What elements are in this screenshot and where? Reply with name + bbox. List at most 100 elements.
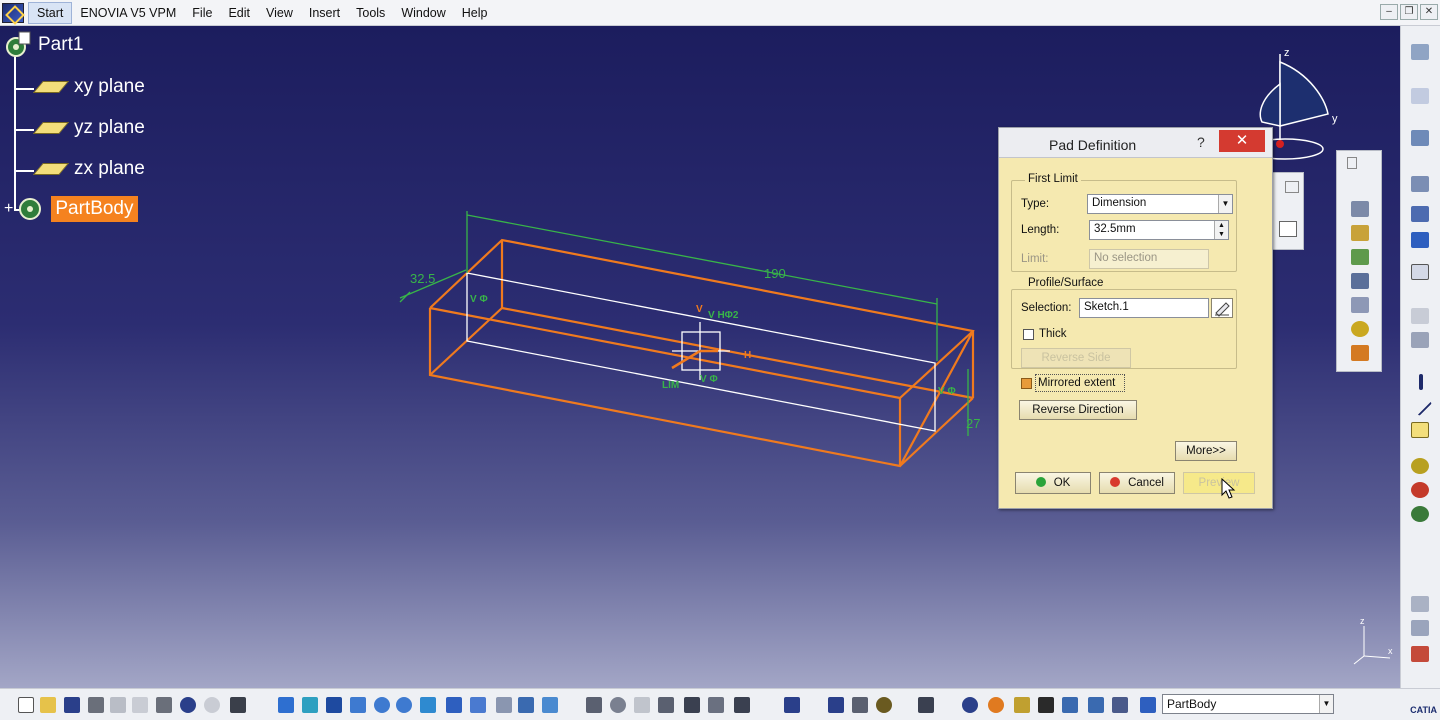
dress-up-icon[interactable]	[1411, 308, 1429, 324]
grid-icon[interactable]	[1411, 232, 1429, 248]
geometric-set-icon[interactable]	[1088, 697, 1104, 713]
table-icon[interactable]	[658, 697, 674, 713]
menu-window[interactable]: Window	[393, 3, 453, 23]
design-table-icon[interactable]	[634, 697, 650, 713]
point-icon[interactable]	[1419, 374, 1423, 390]
copy-icon[interactable]	[132, 697, 148, 713]
undo-icon[interactable]	[180, 697, 196, 713]
transform-icon[interactable]	[1411, 332, 1429, 348]
menu-edit[interactable]: Edit	[220, 3, 258, 23]
axis-system-icon[interactable]	[828, 697, 844, 713]
body-icon[interactable]	[1062, 697, 1078, 713]
close-dialog-icon[interactable]: ✕	[1219, 130, 1265, 152]
catalog-icon[interactable]	[684, 697, 700, 713]
menu-insert[interactable]: Insert	[301, 3, 348, 23]
more-button[interactable]: More>>	[1175, 441, 1237, 461]
new-icon[interactable]	[18, 697, 34, 713]
paste-icon[interactable]	[156, 697, 172, 713]
reverse-side-button[interactable]: Reverse Side	[1021, 348, 1131, 368]
snap-icon[interactable]	[1411, 264, 1429, 280]
axis-icon[interactable]	[1038, 697, 1054, 713]
law-icon[interactable]	[708, 697, 724, 713]
preview-button[interactable]: Preview	[1183, 472, 1255, 494]
instantiate-icon[interactable]	[734, 697, 750, 713]
thick-checkbox[interactable]	[1023, 329, 1034, 340]
line-icon[interactable]	[1407, 391, 1433, 417]
pad-icon[interactable]	[1351, 201, 1369, 217]
boolean-remove-icon[interactable]	[1411, 482, 1429, 498]
ordered-set-icon[interactable]	[1112, 697, 1128, 713]
type-combo[interactable]: Dimension ▼	[1087, 194, 1233, 214]
constraint-icon[interactable]	[1411, 206, 1429, 222]
scan-or-define-icon[interactable]	[988, 697, 1004, 713]
apply-material-icon[interactable]	[1411, 620, 1429, 636]
update-icon[interactable]	[784, 697, 800, 713]
boolean-intersect-icon[interactable]	[1411, 506, 1429, 522]
sketcher-icon[interactable]	[1211, 298, 1233, 318]
mirrored-extent-checkbox[interactable]	[1021, 378, 1032, 389]
menu-start[interactable]: Start	[28, 1, 73, 24]
fit-all-icon[interactable]	[302, 697, 318, 713]
zoom-out-icon[interactable]	[396, 697, 412, 713]
define-in-work-object-icon[interactable]	[1014, 697, 1030, 713]
normal-view-icon[interactable]	[420, 697, 436, 713]
fly-mode-icon[interactable]	[278, 697, 294, 713]
plane-tool-icon[interactable]	[1411, 422, 1429, 438]
length-input[interactable]: 32.5mm ▲ ▼	[1089, 220, 1229, 240]
mass-icon[interactable]	[876, 697, 892, 713]
current-body-select[interactable]: PartBody ▼	[1162, 694, 1334, 714]
redo-icon[interactable]	[204, 697, 220, 713]
multi-sections-solid-icon[interactable]	[1351, 345, 1369, 361]
print-icon[interactable]	[88, 697, 104, 713]
pan-icon[interactable]	[326, 697, 342, 713]
spinner-icon[interactable]: ▲ ▼	[1214, 221, 1228, 239]
shaft-icon[interactable]	[1351, 249, 1369, 265]
close-window-icon[interactable]: ✕	[1420, 4, 1438, 20]
cancel-button[interactable]: Cancel	[1099, 472, 1175, 494]
minimize-icon[interactable]: –	[1380, 4, 1398, 20]
restore-icon[interactable]: ❐	[1400, 4, 1418, 20]
selection-input[interactable]: Sketch.1	[1079, 298, 1209, 318]
boolean-add-icon[interactable]	[1411, 458, 1429, 474]
select-arrow-icon[interactable]	[1411, 88, 1429, 104]
rotate-icon[interactable]	[350, 697, 366, 713]
hide-show-icon[interactable]	[518, 697, 534, 713]
annotation-icon[interactable]	[1411, 596, 1429, 612]
save-icon[interactable]	[64, 697, 80, 713]
toolbar-close-icon[interactable]	[1285, 181, 1299, 193]
iso-view-icon[interactable]	[470, 697, 486, 713]
measure-between-icon[interactable]	[852, 697, 868, 713]
rib-icon[interactable]	[1351, 297, 1369, 313]
link-icon[interactable]	[962, 697, 978, 713]
menu-help[interactable]: Help	[454, 3, 496, 23]
swap-space-icon[interactable]	[542, 697, 558, 713]
menu-tools[interactable]: Tools	[348, 3, 393, 23]
pocket-icon[interactable]	[1351, 225, 1369, 241]
stiffener-icon[interactable]	[1351, 321, 1369, 337]
toolbar-close-icon[interactable]	[1347, 157, 1357, 169]
whats-this-icon[interactable]	[230, 697, 246, 713]
open-icon[interactable]	[40, 697, 56, 713]
sketch-analysis-icon[interactable]	[918, 697, 934, 713]
dialog-titlebar[interactable]: Pad Definition ? ✕	[999, 128, 1272, 158]
menu-enovia[interactable]: ENOVIA V5 VPM	[72, 3, 184, 23]
menu-view[interactable]: View	[258, 3, 301, 23]
reverse-direction-button[interactable]: Reverse Direction	[1019, 400, 1137, 420]
view-icon[interactable]	[1411, 44, 1429, 60]
cut-icon[interactable]	[110, 697, 126, 713]
shading-icon[interactable]	[496, 697, 512, 713]
ok-button[interactable]: OK	[1015, 472, 1091, 494]
knowledge-icon[interactable]	[610, 697, 626, 713]
zoom-in-icon[interactable]	[374, 697, 390, 713]
menu-file[interactable]: File	[184, 3, 220, 23]
part-tools-icon[interactable]	[1411, 130, 1429, 146]
analysis-icon[interactable]	[1411, 646, 1429, 662]
current-body-icon[interactable]	[1140, 697, 1156, 713]
catia-app-icon[interactable]	[2, 2, 24, 23]
hole-icon[interactable]	[1351, 273, 1369, 289]
limit-field[interactable]: No selection	[1089, 249, 1209, 269]
help-icon[interactable]: ?	[1197, 134, 1205, 150]
chevron-down-icon[interactable]: ▼	[1319, 695, 1333, 713]
sketch-icon[interactable]	[1279, 221, 1297, 237]
chevron-down-icon[interactable]: ▼	[1218, 195, 1232, 213]
